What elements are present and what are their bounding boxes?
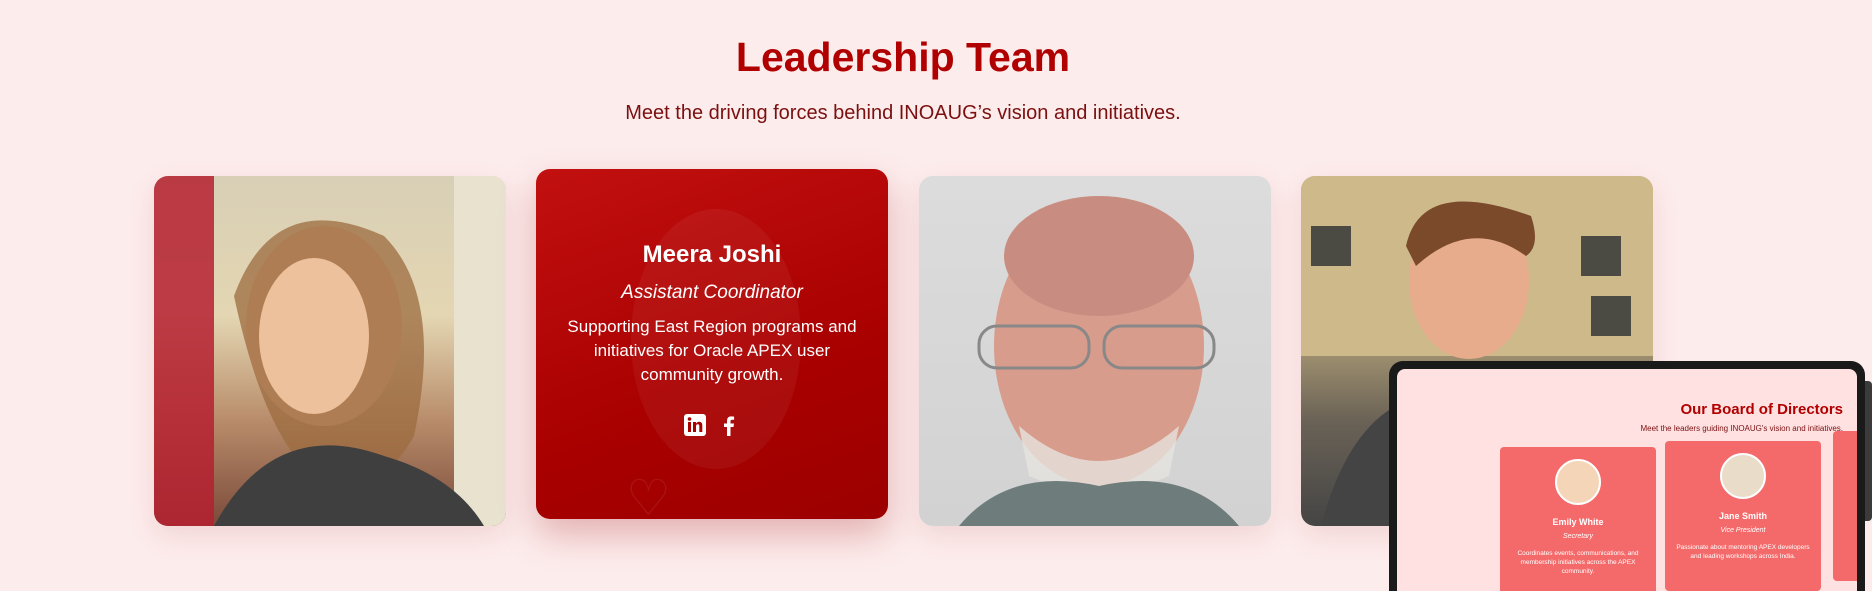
- board-member-description: Coordinates events, communications, and …: [1517, 550, 1639, 575]
- board-member-name: Emily White: [1552, 517, 1604, 527]
- team-member-card[interactable]: [154, 176, 506, 526]
- section-title: Leadership Team: [735, 34, 1071, 80]
- heart-icon: ♡: [626, 470, 671, 519]
- avatar: [1720, 453, 1766, 499]
- team-member-card[interactable]: [919, 176, 1271, 526]
- member-description: Supporting East Region programs and init…: [567, 317, 857, 384]
- avatar: [1555, 459, 1601, 505]
- member-name: Meera Joshi: [642, 241, 782, 268]
- member-photo: [919, 176, 1271, 526]
- board-member-description: Passionate about mentoring APEX develope…: [1676, 544, 1810, 560]
- board-member-card[interactable]: Emily White Secretary Coordinates events…: [1500, 447, 1656, 591]
- member-photo: [154, 176, 506, 526]
- board-title: Our Board of Directors: [1680, 401, 1843, 418]
- laptop-preview: Our Board of Directors Meet the leaders …: [1389, 361, 1865, 591]
- linkedin-icon[interactable]: [683, 413, 707, 437]
- featured-member-card[interactable]: ♡ Meera Joshi Assistant Coordinator Supp…: [536, 169, 888, 519]
- board-member-role: Vice President: [1720, 527, 1766, 534]
- board-subtitle: Meet the leaders guiding INOAUG's vision…: [1640, 424, 1843, 433]
- facebook-icon[interactable]: [717, 413, 741, 437]
- board-member-card[interactable]: Jane Smith Vice President Passionate abo…: [1665, 441, 1821, 591]
- board-member-name: Jane Smith: [1718, 511, 1767, 521]
- board-member-card[interactable]: [1833, 431, 1857, 581]
- board-member-role: Secretary: [1563, 533, 1593, 540]
- member-photo-illustration: [154, 176, 506, 526]
- laptop-screen: Our Board of Directors Meet the leaders …: [1397, 369, 1857, 591]
- member-photo-illustration: [959, 196, 1239, 526]
- member-role: Assistant Coordinator: [621, 282, 803, 303]
- social-links: [536, 413, 888, 437]
- section-subtitle: Meet the driving forces behind INOAUG’s …: [625, 102, 1181, 124]
